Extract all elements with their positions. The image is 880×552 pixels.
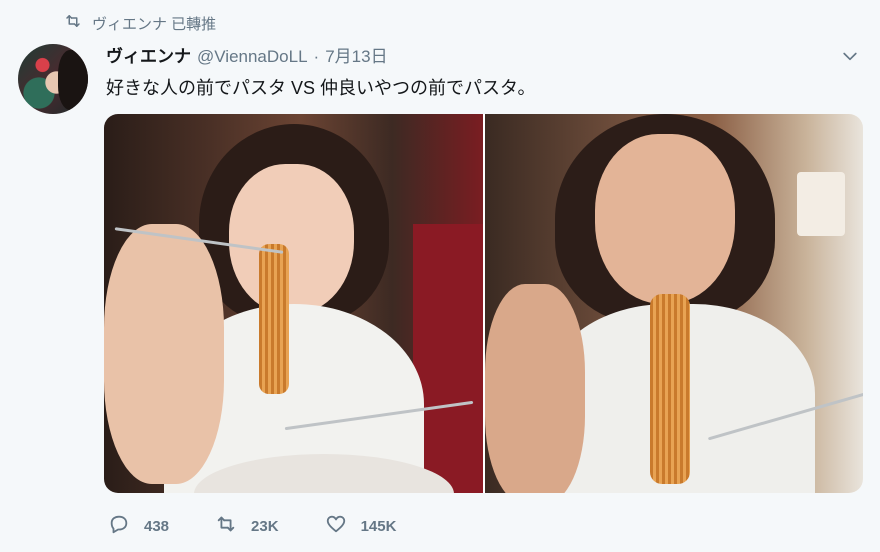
photo-1[interactable] xyxy=(104,114,483,493)
reply-button[interactable]: 438 xyxy=(108,513,169,540)
tweet-date[interactable]: 7月13日 xyxy=(325,42,387,67)
handle[interactable]: @ViennaDoLL xyxy=(197,47,308,67)
retweet-count: 23K xyxy=(251,517,279,535)
chevron-down-icon[interactable] xyxy=(840,46,860,66)
tweet-header: ヴィエンナ @ViennaDoLL · 7月13日 xyxy=(106,42,388,66)
reply-count: 438 xyxy=(144,517,170,535)
retweet-context: ヴィエンナ 已轉推 xyxy=(64,12,216,34)
retweet-icon xyxy=(215,513,237,540)
tweet-actions: 438 23K 145K xyxy=(108,514,396,538)
avatar[interactable] xyxy=(18,44,88,114)
reply-icon xyxy=(108,513,130,540)
media-grid xyxy=(104,114,863,493)
tweet-text: 好きな人の前でパスタ VS 仲良いやつの前でパスタ。 xyxy=(106,78,536,98)
like-button[interactable]: 145K xyxy=(325,513,397,540)
display-name[interactable]: ヴィエンナ xyxy=(106,42,191,67)
like-count: 145K xyxy=(360,517,397,535)
retweet-icon xyxy=(64,12,82,34)
heart-icon xyxy=(325,513,347,540)
photo-2[interactable] xyxy=(484,114,863,493)
retweet-button[interactable]: 23K xyxy=(215,513,279,540)
tweet[interactable]: ヴィエンナ 已轉推 ヴィエンナ @ViennaDoLL · 7月13日 好きな人… xyxy=(0,0,880,552)
separator-dot: · xyxy=(313,47,320,66)
retweet-context-text[interactable]: ヴィエンナ 已轉推 xyxy=(92,13,216,34)
